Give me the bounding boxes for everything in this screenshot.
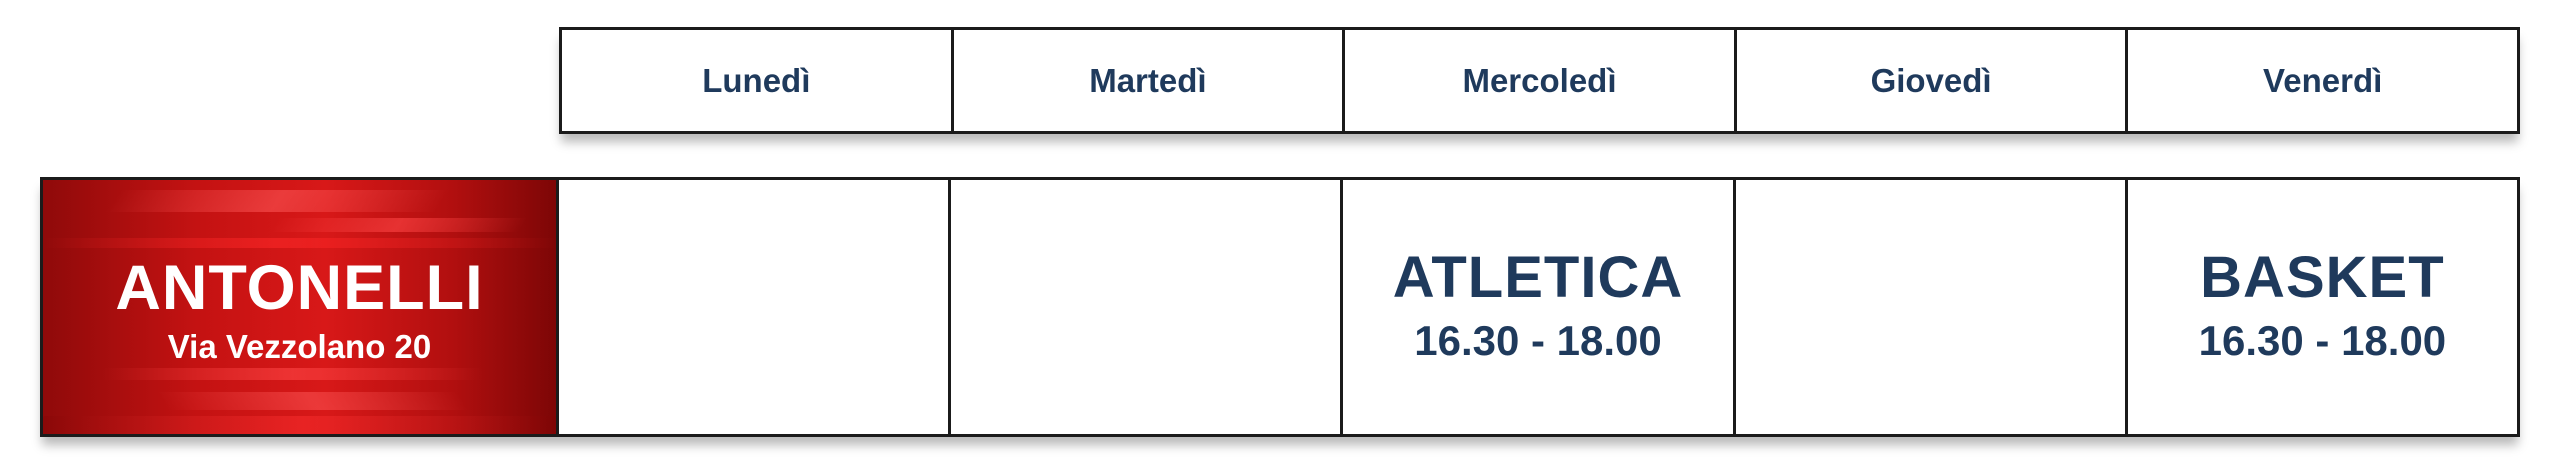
weekday-header-row: Lunedì Martedì Mercoledì Giovedì Venerdì bbox=[559, 27, 2520, 134]
school-name: ANTONELLI bbox=[115, 252, 484, 323]
banner-decoration bbox=[105, 190, 451, 212]
banner-decoration bbox=[268, 218, 528, 232]
schedule-row: ANTONELLI Via Vezzolano 20 ATLETICA 16.3… bbox=[40, 177, 2520, 437]
banner-decoration bbox=[156, 392, 470, 410]
day-header-friday: Venerdì bbox=[2263, 61, 2383, 99]
schedule-cell-wednesday: ATLETICA 16.30 - 18.00 bbox=[1343, 180, 1736, 434]
banner-decoration bbox=[103, 368, 483, 380]
banner-decoration bbox=[43, 416, 556, 434]
banner-decoration bbox=[43, 238, 556, 248]
schedule-cell-tuesday bbox=[951, 180, 1344, 434]
activity-name: BASKET bbox=[2200, 245, 2445, 310]
activity-name: ATLETICA bbox=[1392, 245, 1684, 310]
school-address: Via Vezzolano 20 bbox=[167, 327, 432, 365]
day-header-tuesday: Martedì bbox=[954, 30, 1346, 131]
schedule-cell-thursday bbox=[1736, 180, 2128, 434]
schedule-cell-monday bbox=[559, 180, 952, 434]
school-banner: ANTONELLI Via Vezzolano 20 bbox=[43, 180, 559, 434]
day-header-wednesday: Mercoledì bbox=[1345, 30, 1737, 131]
day-header-monday: Lunedì bbox=[562, 30, 954, 131]
activity-time: 16.30 - 18.00 bbox=[1414, 317, 1662, 364]
schedule-cell-friday: BASKET 16.30 - 18.00 bbox=[2128, 180, 2517, 434]
activity-time: 16.30 - 18.00 bbox=[2198, 317, 2447, 364]
day-header-thursday: Giovedì bbox=[1737, 30, 2129, 131]
